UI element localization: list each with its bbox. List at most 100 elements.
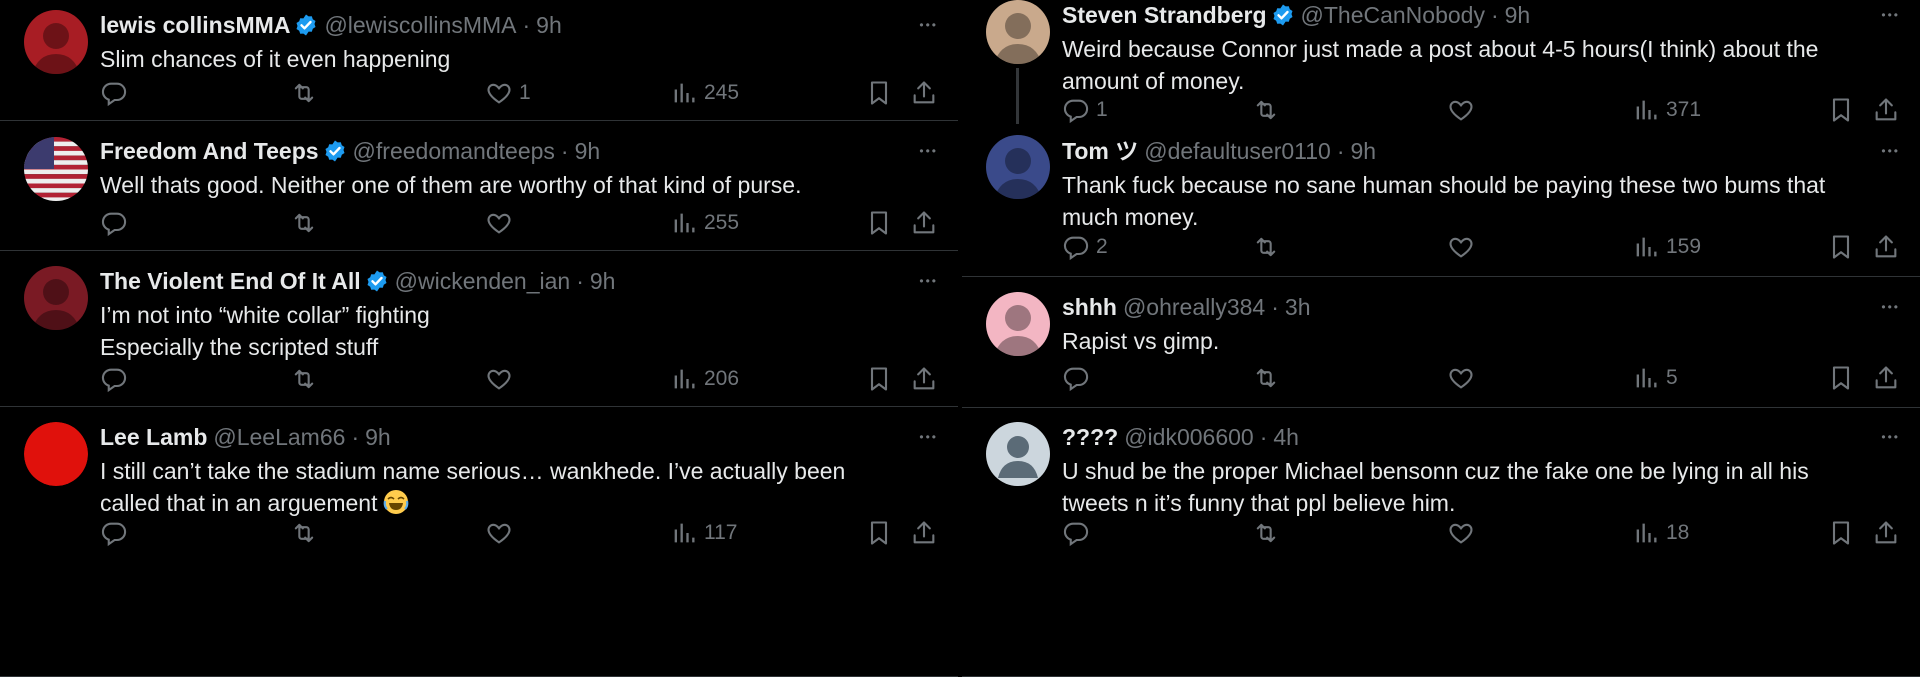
bookmark-button[interactable] [865, 516, 893, 550]
tweet[interactable]: Steven Strandberg @TheCanNobody · 9h ••• Weir… [962, 0, 1920, 136]
repost-button[interactable] [1252, 93, 1286, 127]
more-icon[interactable]: ••• [919, 18, 938, 32]
author-handle[interactable]: @defaultuser0110 [1144, 136, 1331, 166]
share-button[interactable] [1872, 361, 1900, 395]
author-name[interactable]: lewis collinsMMA [100, 10, 290, 40]
bookmark-button[interactable] [1827, 516, 1855, 550]
author-name[interactable]: Tom ツ [1062, 136, 1138, 166]
like-icon [485, 365, 513, 393]
repost-button[interactable] [290, 362, 324, 396]
like-icon [485, 79, 513, 107]
timestamp[interactable]: 9h [365, 422, 391, 452]
views-button[interactable]: 206 [670, 362, 739, 396]
tweet[interactable]: Tom ツ @defaultuser0110 · 9h ••• Thank fuck be… [962, 135, 1920, 277]
author-handle[interactable]: @ohreally384 [1123, 292, 1265, 322]
views-button[interactable]: 18 [1632, 516, 1689, 550]
like-button[interactable]: 1 [485, 76, 531, 110]
share-button[interactable] [910, 362, 938, 396]
author-handle[interactable]: @lewiscollinsMMA [324, 10, 516, 40]
bookmark-button[interactable] [865, 206, 893, 240]
author-handle[interactable]: @idk006600 [1124, 422, 1254, 452]
like-button[interactable] [1447, 361, 1481, 395]
reply-button[interactable] [1062, 516, 1096, 550]
more-icon[interactable]: ••• [919, 430, 938, 444]
author-handle[interactable]: @LeeLam66 [213, 422, 345, 452]
bookmark-icon [865, 519, 893, 547]
tweet[interactable]: shhh @ohreally384 · 3h ••• Rapist vs gimp. 5 [962, 277, 1920, 408]
timestamp[interactable]: 9h [536, 10, 562, 40]
bookmark-button[interactable] [1827, 361, 1855, 395]
reply-button[interactable] [100, 76, 134, 110]
avatar[interactable] [986, 422, 1050, 486]
reply-button[interactable] [100, 516, 134, 550]
bookmark-button[interactable] [1827, 230, 1855, 264]
avatar[interactable] [24, 10, 88, 74]
reply-button[interactable] [1062, 361, 1096, 395]
like-button[interactable] [485, 362, 519, 396]
tweet[interactable]: The Violent End Of It All @wickenden_ian ·… [0, 251, 958, 407]
author-handle[interactable]: @freedomandteeps [353, 136, 555, 166]
bookmark-button[interactable] [1827, 93, 1855, 127]
more-icon[interactable]: ••• [919, 274, 938, 288]
reply-button[interactable]: 1 [1062, 93, 1108, 127]
repost-button[interactable] [290, 76, 324, 110]
avatar[interactable] [24, 422, 88, 486]
repost-button[interactable] [290, 206, 324, 240]
tweet-text: U shud be the proper Michael bensonn cuz… [1062, 455, 1900, 519]
reply-button[interactable] [100, 206, 134, 240]
like-button[interactable] [1447, 93, 1481, 127]
avatar[interactable] [24, 266, 88, 330]
author-name[interactable]: shhh [1062, 292, 1117, 322]
author-name[interactable]: Steven Strandberg [1062, 0, 1267, 30]
reply-button[interactable] [100, 362, 134, 396]
views-button[interactable]: 5 [1632, 361, 1678, 395]
timestamp[interactable]: 4h [1273, 422, 1299, 452]
author-name[interactable]: The Violent End Of It All [100, 266, 361, 296]
bookmark-button[interactable] [865, 76, 893, 110]
avatar[interactable] [986, 292, 1050, 356]
more-icon[interactable]: ••• [1881, 144, 1900, 158]
timestamp[interactable]: 9h [575, 136, 601, 166]
avatar[interactable] [986, 0, 1050, 64]
share-button[interactable] [1872, 93, 1900, 127]
views-button[interactable]: 371 [1632, 93, 1701, 127]
author-name[interactable]: Freedom And Teeps [100, 136, 319, 166]
avatar[interactable] [986, 135, 1050, 199]
more-icon[interactable]: ••• [1881, 430, 1900, 444]
like-button[interactable] [485, 516, 519, 550]
timestamp[interactable]: 3h [1285, 292, 1311, 322]
share-button[interactable] [910, 516, 938, 550]
tweet[interactable]: Freedom And Teeps @freedomandteeps · 9h ••• W… [0, 121, 958, 251]
tweet[interactable]: Lee Lamb @LeeLam66 · 9h ••• I still can’t tak… [0, 407, 958, 677]
views-button[interactable]: 117 [670, 516, 737, 550]
share-button[interactable] [910, 206, 938, 240]
views-button[interactable]: 159 [1632, 230, 1701, 264]
views-button[interactable]: 245 [670, 76, 739, 110]
author-name[interactable]: Lee Lamb [100, 422, 207, 452]
like-button[interactable] [1447, 516, 1481, 550]
reply-button[interactable]: 2 [1062, 230, 1108, 264]
more-icon[interactable]: ••• [1881, 300, 1900, 314]
repost-button[interactable] [1252, 230, 1286, 264]
timestamp[interactable]: 9h [590, 266, 616, 296]
like-button[interactable] [485, 206, 519, 240]
author-handle[interactable]: @wickenden_ian [395, 266, 571, 296]
avatar[interactable] [24, 137, 88, 201]
share-button[interactable] [1872, 230, 1900, 264]
more-icon[interactable]: ••• [919, 144, 938, 158]
repost-button[interactable] [1252, 516, 1286, 550]
bookmark-button[interactable] [865, 362, 893, 396]
author-handle[interactable]: @TheCanNobody [1301, 0, 1485, 30]
share-button[interactable] [910, 76, 938, 110]
tweet[interactable]: lewis collinsMMA @lewiscollinsMMA · 9h ••• Sl… [0, 0, 958, 121]
like-button[interactable] [1447, 230, 1481, 264]
repost-button[interactable] [1252, 361, 1286, 395]
share-button[interactable] [1872, 516, 1900, 550]
tweet[interactable]: ???? @idk006600 · 4h ••• U shud be the proper… [962, 408, 1920, 677]
timestamp[interactable]: 9h [1351, 136, 1377, 166]
more-icon[interactable]: ••• [1881, 8, 1900, 22]
author-name[interactable]: ???? [1062, 422, 1118, 452]
timestamp[interactable]: 9h [1505, 0, 1531, 30]
repost-button[interactable] [290, 516, 324, 550]
views-button[interactable]: 255 [670, 206, 739, 240]
